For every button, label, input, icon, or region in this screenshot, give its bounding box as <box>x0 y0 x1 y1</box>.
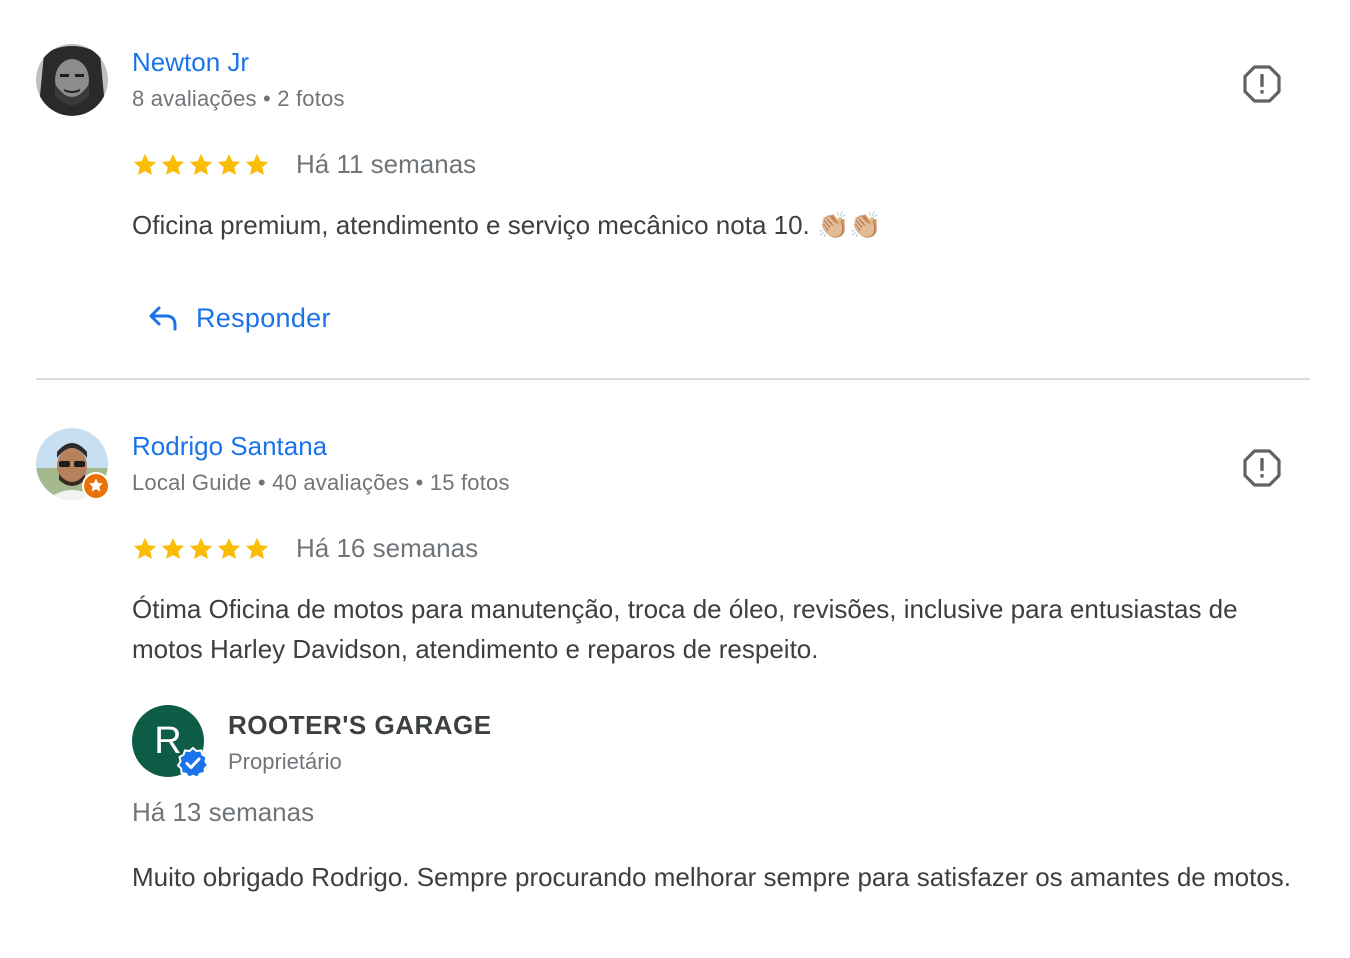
star-icon <box>133 153 157 175</box>
star-icon <box>217 153 241 175</box>
reviewer-avatar[interactable] <box>36 428 110 500</box>
review-time: Há 11 semanas <box>296 149 477 179</box>
review-text: Oficina premium, atendimento e serviço m… <box>132 210 882 240</box>
reply-button-label: Responder <box>196 302 331 333</box>
owner-reply-time: Há 13 semanas <box>132 797 315 827</box>
star-icon <box>245 537 269 559</box>
star-icon <box>133 537 157 559</box>
report-flag-icon[interactable] <box>1242 64 1282 104</box>
reviewer-name[interactable]: Rodrigo Santana <box>132 431 327 462</box>
star-icon <box>189 537 213 559</box>
owner-name: ROOTER'S GARAGE <box>228 710 492 740</box>
reply-arrow-icon <box>149 306 177 331</box>
avatar-photo-newton <box>36 44 108 116</box>
star-rating <box>132 150 270 180</box>
review-card: Newton Jr 8 avaliações • 2 fotos Há 11 s… <box>36 0 1310 378</box>
reply-button[interactable]: Responder <box>148 298 331 338</box>
star-icon <box>189 153 213 175</box>
review-time: Há 16 semanas <box>296 533 479 563</box>
verified-check-icon <box>176 746 210 779</box>
reviewer-meta: Local Guide • 40 avaliações • 15 fotos <box>132 470 510 495</box>
reviewer-meta: 8 avaliações • 2 fotos <box>132 86 345 111</box>
report-flag-icon[interactable] <box>1242 448 1282 488</box>
reviewer-name[interactable]: Newton Jr <box>132 47 249 78</box>
local-guide-badge-icon <box>82 472 110 500</box>
review-card: Rodrigo Santana Local Guide • 40 avaliaç… <box>36 380 1310 958</box>
owner-role: Proprietário <box>228 749 342 774</box>
reviewer-avatar[interactable] <box>36 44 108 116</box>
owner-reply-text: Muito obrigado Rodrigo. Sempre procurand… <box>132 862 1292 892</box>
star-icon <box>217 537 241 559</box>
star-icon <box>161 537 185 559</box>
review-text: Ótima Oficina de motos para manutenção, … <box>132 594 1238 664</box>
star-rating <box>132 534 270 564</box>
star-icon <box>161 153 185 175</box>
star-icon <box>245 153 269 175</box>
